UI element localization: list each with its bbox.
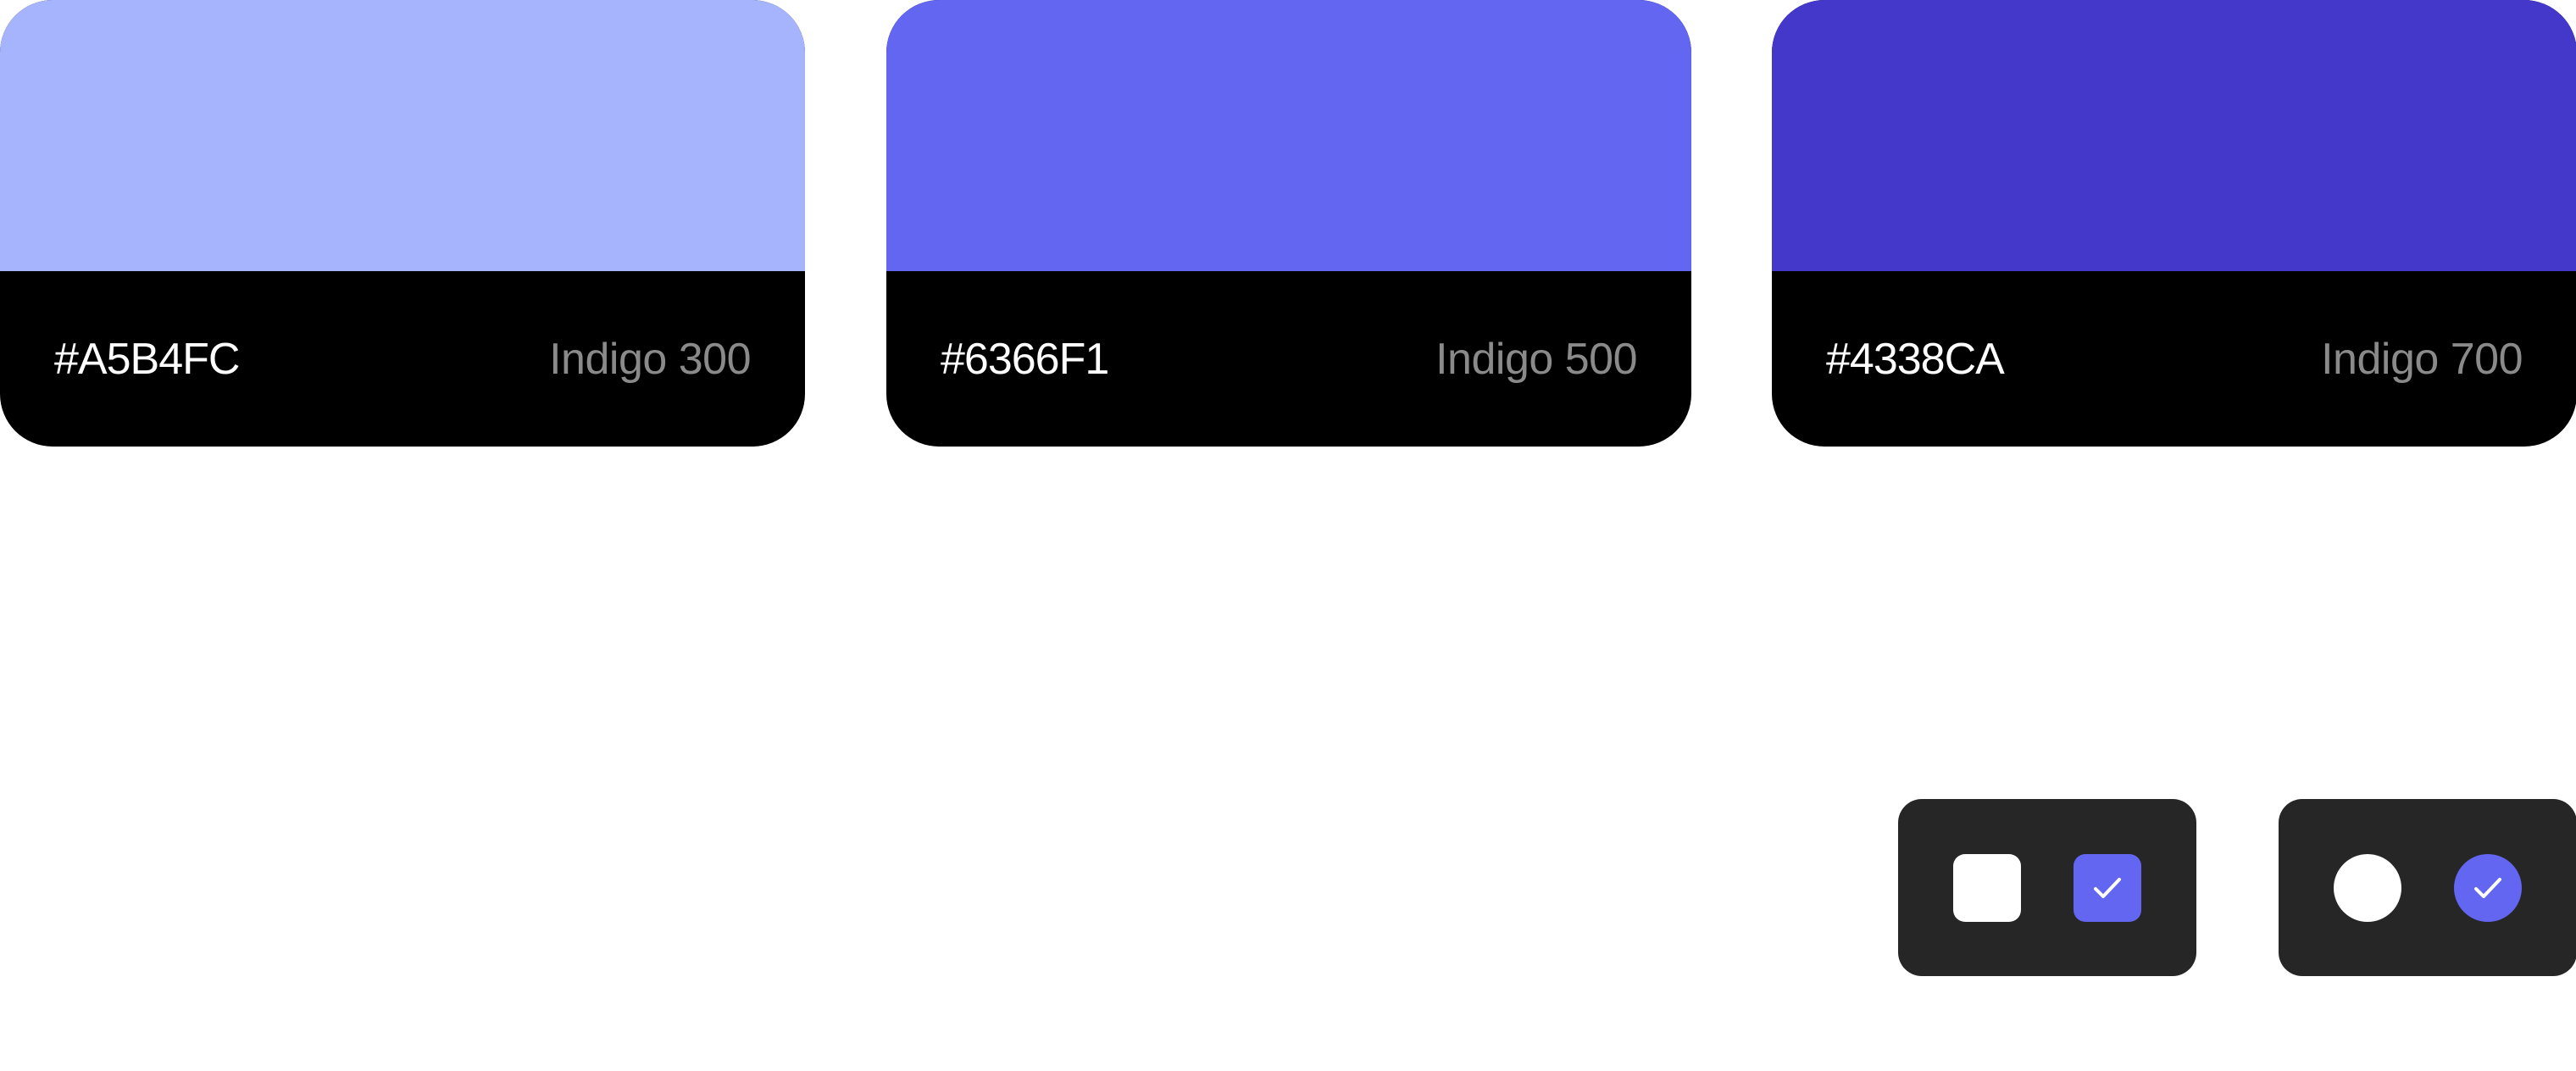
swatch-hex-code: #4338CA [1826, 334, 2005, 384]
swatch-hex-code: #6366F1 [941, 334, 1109, 384]
checkmark-icon [2094, 878, 2121, 898]
checkbox-checked[interactable] [2074, 854, 2141, 922]
checkbox-demo-panel [1898, 799, 2196, 976]
radio-unchecked[interactable] [2334, 854, 2401, 922]
swatch-footer: #A5B4FC Indigo 300 [0, 271, 805, 447]
swatch-color-name: Indigo 500 [1435, 334, 1637, 384]
swatch-hex-code: #A5B4FC [54, 334, 240, 384]
swatch-color-block [1772, 0, 2576, 271]
swatch-color-name: Indigo 700 [2321, 334, 2523, 384]
radio-demo-panel [2279, 799, 2576, 976]
color-swatch-indigo-500: #6366F1 Indigo 500 [886, 0, 1691, 447]
checkbox-unchecked[interactable] [1953, 854, 2021, 922]
color-swatch-indigo-700: #4338CA Indigo 700 [1772, 0, 2576, 447]
swatch-footer: #4338CA Indigo 700 [1772, 271, 2576, 447]
swatch-color-name: Indigo 300 [549, 334, 751, 384]
swatch-color-block [0, 0, 805, 271]
swatch-footer: #6366F1 Indigo 500 [886, 271, 1691, 447]
swatch-color-block [886, 0, 1691, 271]
color-swatch-indigo-300: #A5B4FC Indigo 300 [0, 0, 805, 447]
radio-checked[interactable] [2454, 854, 2522, 922]
checkmark-icon [2474, 878, 2501, 898]
